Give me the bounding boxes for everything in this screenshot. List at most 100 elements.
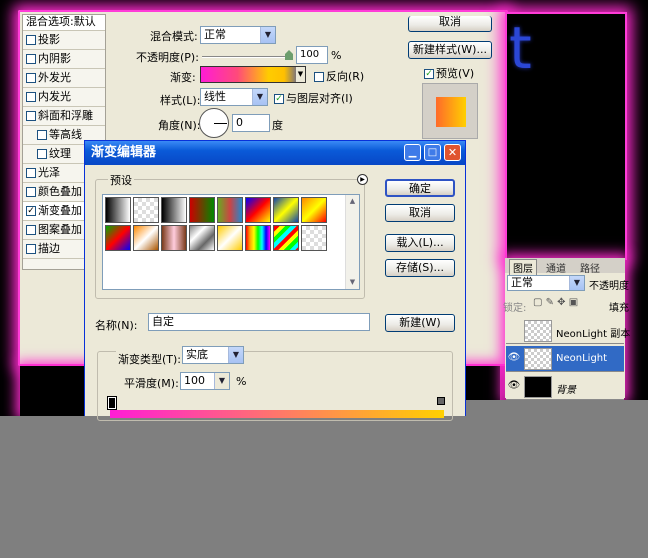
chevron-down-icon: ▼ xyxy=(260,27,275,43)
load-button[interactable]: 载入(L)... xyxy=(385,234,455,252)
style-list-item[interactable]: 内发光 xyxy=(23,88,105,107)
angle-label: 角度(N): xyxy=(158,119,201,132)
checkbox-icon[interactable] xyxy=(26,92,36,102)
style-list-item-label: 图案叠加 xyxy=(38,223,82,236)
close-icon[interactable]: ✕ xyxy=(444,144,461,161)
maximize-icon[interactable]: □ xyxy=(424,144,441,161)
checkbox-icon[interactable] xyxy=(26,35,36,45)
gradient-preset-swatch[interactable] xyxy=(161,197,187,223)
align-checkbox[interactable]: ✓ 与图层对齐(I) xyxy=(274,90,353,106)
gradient-preset-swatch[interactable] xyxy=(217,197,243,223)
style-list-item-label: 斜面和浮雕 xyxy=(38,109,93,122)
layer-name: NeonLight 副本 xyxy=(556,329,631,340)
checkbox-icon[interactable] xyxy=(26,73,36,83)
gradient-preset-swatch[interactable] xyxy=(161,225,187,251)
gradient-swatch[interactable]: ▼ xyxy=(200,66,306,83)
checkbox-icon[interactable] xyxy=(37,130,47,140)
gradient-preset-swatch[interactable] xyxy=(133,225,159,251)
checkmark-icon[interactable]: ✓ xyxy=(26,206,36,216)
style-list-item[interactable]: 外发光 xyxy=(23,69,105,88)
chevron-down-icon: ▼ xyxy=(214,373,229,389)
new-style-button[interactable]: 新建样式(W)... xyxy=(408,41,492,59)
presets-group: 预设 ▶ ▲ ▼ xyxy=(95,172,368,299)
style-list-item[interactable]: 投影 xyxy=(23,31,105,50)
opacity-stop-right[interactable] xyxy=(437,397,445,405)
workspace-background xyxy=(0,416,648,558)
name-input[interactable]: 自定 xyxy=(148,313,370,331)
eye-icon[interactable]: 👁 xyxy=(507,352,521,366)
checkmark-icon: ✓ xyxy=(274,94,284,104)
gradient-editor-titlebar[interactable]: 渐变编辑器 ▁ □ ✕ xyxy=(85,141,465,165)
checkbox-icon[interactable] xyxy=(26,187,36,197)
gradient-bar[interactable] xyxy=(110,410,444,418)
layer-style-cancel-button[interactable]: 取消 xyxy=(408,16,492,32)
style-list-item[interactable]: 斜面和浮雕 xyxy=(23,107,105,126)
gradient-type-label: 渐变类型(T): xyxy=(116,351,184,367)
layer-name: 背景 xyxy=(556,385,576,396)
gradient-preset-swatch[interactable] xyxy=(105,197,131,223)
angle-dial-needle xyxy=(214,123,227,124)
tab-channels[interactable]: 通道 xyxy=(546,260,566,275)
gradient-preset-swatch[interactable] xyxy=(217,225,243,251)
opacity-slider[interactable] xyxy=(202,56,290,58)
tab-paths[interactable]: 路径 xyxy=(580,260,600,275)
scroll-down-icon[interactable]: ▼ xyxy=(346,276,359,289)
minimize-icon[interactable]: ▁ xyxy=(404,144,421,161)
gradient-preset-swatch[interactable] xyxy=(189,197,215,223)
gradient-preset-swatch[interactable] xyxy=(301,197,327,223)
gradient-preset-swatch[interactable] xyxy=(133,197,159,223)
ok-button[interactable]: 确定 xyxy=(385,179,455,197)
reverse-checkbox[interactable]: 反向(R) xyxy=(314,68,364,84)
scroll-up-icon[interactable]: ▲ xyxy=(346,195,359,208)
presets-scrollbar[interactable]: ▲ ▼ xyxy=(345,195,359,289)
gradient-preset-swatch[interactable] xyxy=(273,225,299,251)
gradient-editor-dialog: 渐变编辑器 ▁ □ ✕ 预设 ▶ ▲ ▼ 确定 取消 载入(L)... 存储(S… xyxy=(84,140,466,421)
angle-input[interactable]: 0 xyxy=(232,114,270,132)
layer-blend-select[interactable]: 正常 ▼ xyxy=(507,275,585,291)
style-select[interactable]: 线性 ▼ xyxy=(200,88,268,106)
checkbox-icon[interactable] xyxy=(26,54,36,64)
layer-name: NeonLight xyxy=(556,353,608,364)
checkbox-icon[interactable] xyxy=(37,149,47,159)
opacity-input[interactable]: 100 xyxy=(296,46,328,64)
gradient-preset-swatch[interactable] xyxy=(245,197,271,223)
presets-menu-icon[interactable]: ▶ xyxy=(357,174,368,185)
tab-layers[interactable]: 图层 xyxy=(509,259,537,275)
blend-mode-select[interactable]: 正常 ▼ xyxy=(200,26,276,44)
layer-row[interactable]: 👁 NeonLight xyxy=(506,346,624,372)
eye-icon[interactable]: 👁 xyxy=(507,380,521,394)
checkbox-icon[interactable] xyxy=(26,111,36,121)
gradient-preset-swatch[interactable] xyxy=(273,197,299,223)
cancel-button[interactable]: 取消 xyxy=(385,204,455,222)
layer-thumbnail xyxy=(524,348,552,370)
layer-row[interactable]: NeonLight 副本 xyxy=(506,318,630,344)
opacity-label: 不透明度(P): xyxy=(136,51,199,64)
gradient-type-value: 实底 xyxy=(186,348,208,361)
preview-thumbnail xyxy=(422,83,478,139)
gradient-dropdown-arrow[interactable]: ▼ xyxy=(296,67,305,82)
style-list-header[interactable]: 混合选项:默认 xyxy=(23,15,105,31)
style-label: 样式(L): xyxy=(160,94,201,107)
eye-hidden-icon[interactable] xyxy=(507,324,521,338)
style-list-item[interactable]: 内阴影 xyxy=(23,50,105,69)
gradient-preset-swatch[interactable] xyxy=(301,225,327,251)
smoothness-input[interactable]: 100 ▼ xyxy=(180,372,230,390)
save-button[interactable]: 存储(S)... xyxy=(385,259,455,277)
preview-label: 预览(V) xyxy=(436,67,475,80)
checkbox-icon[interactable] xyxy=(26,168,36,178)
lock-icons[interactable]: ▢ ✎ ✥ ▣ xyxy=(533,297,578,308)
layer-row[interactable]: 👁 背景 xyxy=(506,374,624,400)
layers-tabs: 图层 通道 路径 xyxy=(505,258,625,275)
gradient-preset-swatch[interactable] xyxy=(105,225,131,251)
reverse-label: 反向(R) xyxy=(326,70,365,83)
new-gradient-button[interactable]: 新建(W) xyxy=(385,314,455,332)
angle-dial[interactable] xyxy=(199,108,229,138)
fill-label: 填充 xyxy=(609,303,629,314)
preview-checkbox[interactable]: ✓ 预览(V) xyxy=(424,65,474,81)
gradient-type-select[interactable]: 实底 ▼ xyxy=(182,346,244,364)
opacity-stop-left[interactable] xyxy=(107,396,117,410)
checkbox-icon[interactable] xyxy=(26,225,36,235)
gradient-preset-swatch[interactable] xyxy=(189,225,215,251)
gradient-preset-swatch[interactable] xyxy=(245,225,271,251)
checkbox-icon[interactable] xyxy=(26,244,36,254)
